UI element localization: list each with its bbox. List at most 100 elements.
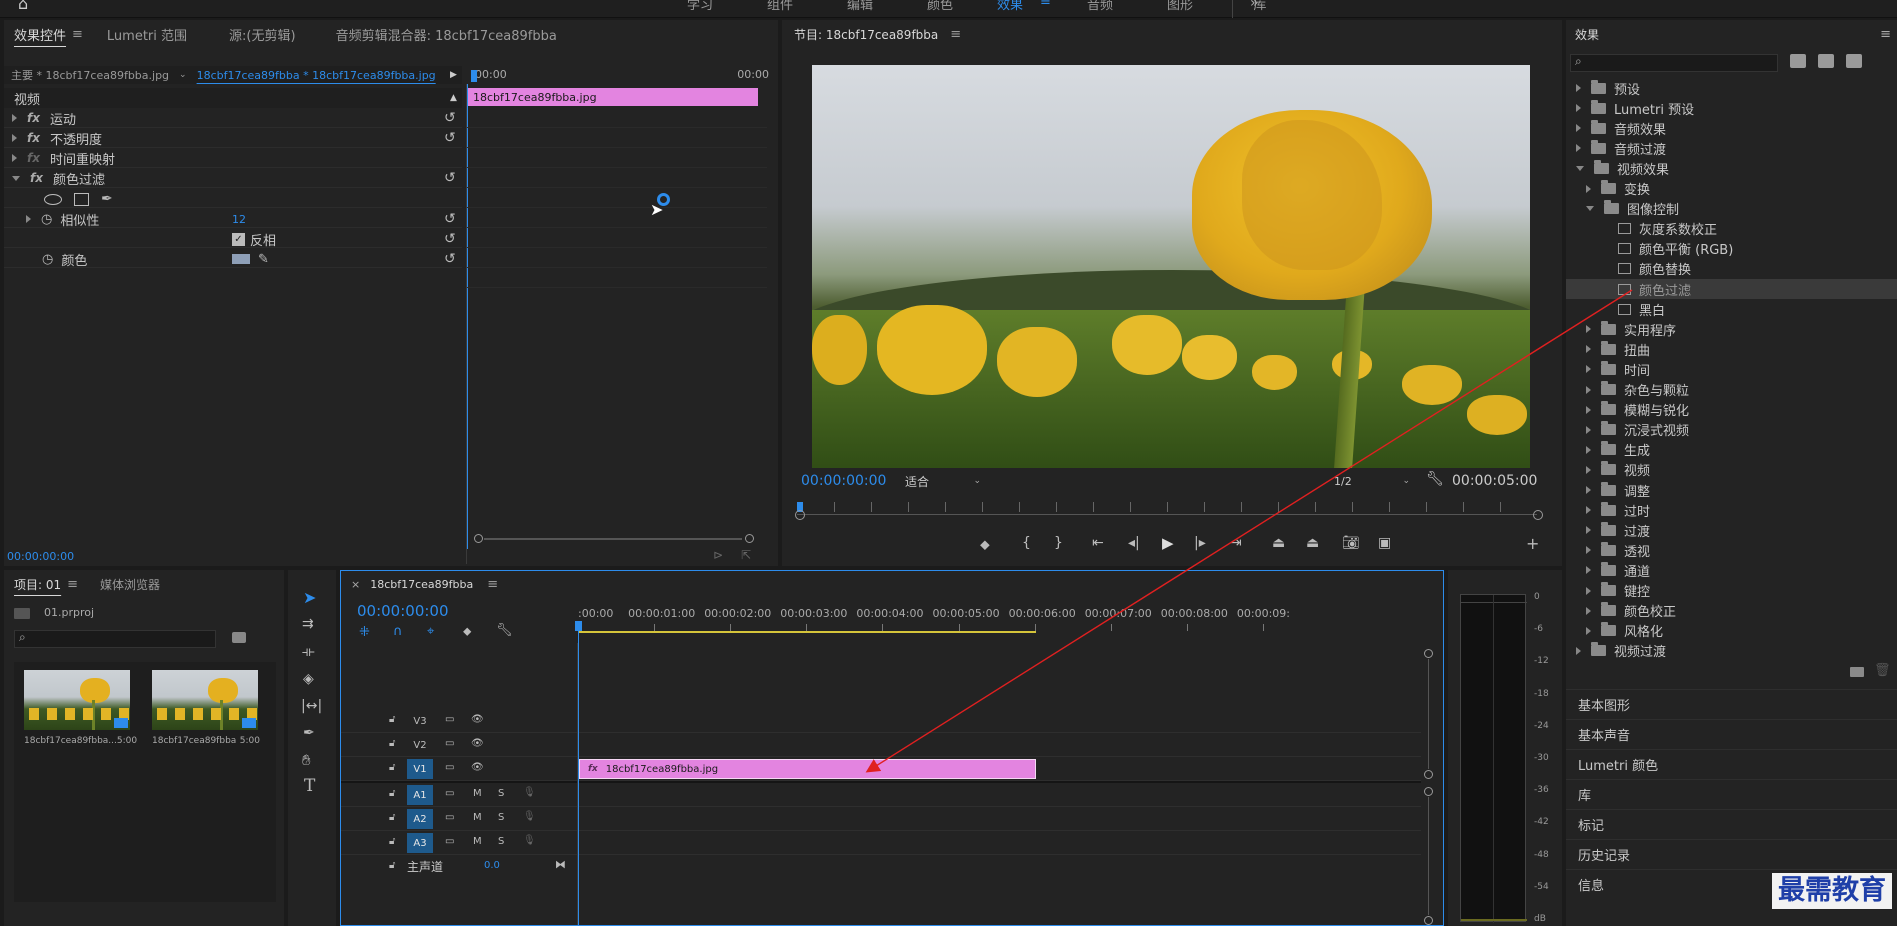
sync-lock-icon[interactable]: ▭ <box>445 738 454 749</box>
lock-icon[interactable]: 🔓︎ <box>389 836 395 847</box>
expand-icon[interactable] <box>1586 586 1591 595</box>
workspace-tab-editing[interactable]: 编辑 <box>820 0 900 13</box>
microphone-icon[interactable]: 🎙︎ <box>523 811 536 822</box>
effects-tree-item[interactable]: 键控 <box>1566 581 1897 601</box>
mute-button[interactable]: M <box>473 812 482 823</box>
go-to-end-icon[interactable]: ⧓ <box>555 858 566 871</box>
panel-menu-icon[interactable]: ≡ <box>487 577 498 592</box>
panel-history[interactable]: 历史记录 <box>1566 839 1897 869</box>
snap-icon[interactable]: ∩ <box>393 624 403 639</box>
program-monitor-title[interactable]: 节目: 18cbf17cea89fbba <box>794 26 938 43</box>
lock-icon[interactable]: 🔓︎ <box>389 738 395 749</box>
expand-icon[interactable] <box>1586 626 1591 635</box>
lock-icon[interactable]: 🔓︎ <box>389 860 395 871</box>
reset-icon[interactable]: ↺ <box>444 110 456 126</box>
ellipse-mask-icon[interactable] <box>44 193 62 205</box>
solo-button[interactable]: S <box>498 836 504 847</box>
project-search-input[interactable]: ⌕ <box>14 630 216 648</box>
param-value-similarity[interactable]: 12 <box>232 213 246 226</box>
stopwatch-icon[interactable]: ◷ <box>41 212 52 227</box>
eye-icon[interactable]: 👁︎ <box>471 714 484 725</box>
timeline-clip-v1[interactable]: fx 18cbf17cea89fbba.jpg <box>579 759 1036 779</box>
workspace-tab-assembly[interactable]: 组件 <box>740 0 820 13</box>
workspace-tab-color[interactable]: 颜色 <box>900 0 980 13</box>
lock-icon[interactable]: 🔓︎ <box>389 788 395 799</box>
ec-playhead-marker[interactable] <box>471 70 477 82</box>
workspace-tab-audio[interactable]: 音频 <box>1060 0 1140 13</box>
effects-tree-item[interactable]: 过渡 <box>1566 520 1897 540</box>
expand-icon[interactable] <box>1576 104 1581 113</box>
track-label-a2[interactable]: A2 <box>407 809 433 829</box>
expand-icon[interactable] <box>1586 566 1591 575</box>
expand-icon[interactable] <box>1586 546 1591 555</box>
pen-mask-icon[interactable]: ✒ <box>101 191 113 207</box>
effects-tree-item[interactable]: 颜色平衡 (RGB) <box>1566 239 1897 259</box>
reset-icon[interactable]: ↺ <box>444 251 456 267</box>
effects-tree-item[interactable]: 颜色校正 <box>1566 601 1897 621</box>
collapse-up-icon[interactable]: ▲ <box>450 93 457 103</box>
fit-dropdown[interactable]: 适合 ⌄ <box>905 472 985 490</box>
effects-tree-item[interactable]: 模糊与锐化 <box>1566 400 1897 420</box>
nest-icon[interactable]: ⁜ <box>359 625 370 640</box>
effects-tree-item[interactable]: 颜色替换 <box>1566 259 1897 279</box>
expand-icon[interactable] <box>1586 486 1591 494</box>
expand-icon[interactable] <box>12 114 17 122</box>
master-clip-label[interactable]: 主要 * 18cbf17cea89fbba.jpg <box>11 67 169 83</box>
expand-icon[interactable] <box>1586 184 1591 193</box>
track-select-tool-icon[interactable]: ⇉ <box>302 616 314 632</box>
close-icon[interactable]: × <box>351 578 360 591</box>
tab-media-browser[interactable]: 媒体浏览器 <box>100 576 160 593</box>
expand-icon[interactable] <box>1586 526 1591 535</box>
lock-icon[interactable]: 🔓︎ <box>389 812 395 823</box>
project-item[interactable]: 18cbf17cea89fbba... 5:00 <box>24 670 137 746</box>
workspace-menu-icon[interactable]: ≡ <box>1040 0 1060 13</box>
tab-project[interactable]: 项目: 01 <box>14 576 61 593</box>
mute-button[interactable]: M <box>473 788 482 799</box>
timeline-sequence-tab[interactable]: 18cbf17cea89fbba <box>370 578 473 591</box>
extract-icon[interactable]: ⏏ <box>1306 535 1319 551</box>
tab-source[interactable]: 源:(无剪辑) <box>229 25 296 44</box>
collapse-icon[interactable] <box>12 175 20 181</box>
effects-tree-item[interactable]: Lumetri 预设 <box>1566 98 1897 118</box>
play-icon[interactable]: ▶ <box>1162 534 1174 552</box>
project-item-thumbnail[interactable] <box>152 670 258 730</box>
chevron-down-icon[interactable]: ⌄ <box>973 476 981 486</box>
delete-icon[interactable]: 🗑︎ <box>1874 663 1891 678</box>
effects-tree-item[interactable]: 生成 <box>1566 440 1897 460</box>
video-track-scrollbar[interactable] <box>1421 649 1435 779</box>
type-tool-icon[interactable]: T <box>304 776 315 796</box>
reset-icon[interactable]: ↺ <box>444 170 456 186</box>
lock-icon[interactable]: 🔓︎ <box>389 714 395 725</box>
lock-icon[interactable]: 🔓︎ <box>389 762 395 773</box>
timeline-settings-icon[interactable]: 🔧︎ <box>496 623 513 638</box>
workspace-tab-effects[interactable]: 效果 <box>980 0 1040 13</box>
audio-track-scrollbar[interactable] <box>1421 787 1435 925</box>
ripple-edit-tool-icon[interactable]: ⟛ <box>302 644 315 660</box>
microphone-icon[interactable]: 🎙︎ <box>523 787 536 798</box>
selection-tool-icon[interactable]: ➤ <box>303 588 316 607</box>
effects-tree-item[interactable]: 音频过渡 <box>1566 138 1897 158</box>
workspace-tab-graphics[interactable]: 图形 <box>1140 0 1220 13</box>
go-to-out-icon[interactable]: ⇥ <box>1230 535 1242 551</box>
effects-tree-item[interactable]: 灰度系数校正 <box>1566 219 1897 239</box>
project-item[interactable]: 18cbf17cea89fbba 5:00 <box>152 670 260 746</box>
expand-icon[interactable] <box>1576 84 1581 92</box>
expand-icon[interactable] <box>1586 506 1591 515</box>
track-label-v2[interactable]: V2 <box>407 735 433 755</box>
export-frame-icon[interactable]: 📷︎ <box>1342 535 1360 551</box>
workspace-tab-learn[interactable]: 学习 <box>660 0 740 13</box>
panel-lumetri-color[interactable]: Lumetri 颜色 <box>1566 749 1897 779</box>
effect-row-opacity[interactable]: fx 不透明度 ↺ <box>4 128 462 148</box>
timeline-playhead[interactable] <box>578 623 579 925</box>
tab-effect-controls[interactable]: 效果控件 <box>14 25 66 44</box>
home-icon[interactable]: ⌂ <box>18 0 28 13</box>
fx-icon[interactable]: fx <box>27 131 40 145</box>
panel-menu-icon[interactable]: ≡ <box>67 577 78 592</box>
ec-clip-bar[interactable]: 18cbf17cea89fbba.jpg <box>467 88 758 106</box>
program-scrub-ruler[interactable] <box>795 502 1543 524</box>
expand-icon[interactable] <box>1576 144 1581 153</box>
sync-lock-icon[interactable]: ▭ <box>445 812 454 823</box>
effects-tree-item[interactable]: 风格化 <box>1566 621 1897 641</box>
new-search-bin-icon[interactable] <box>232 632 246 643</box>
ec-zoom-scrollbar[interactable] <box>474 534 754 544</box>
